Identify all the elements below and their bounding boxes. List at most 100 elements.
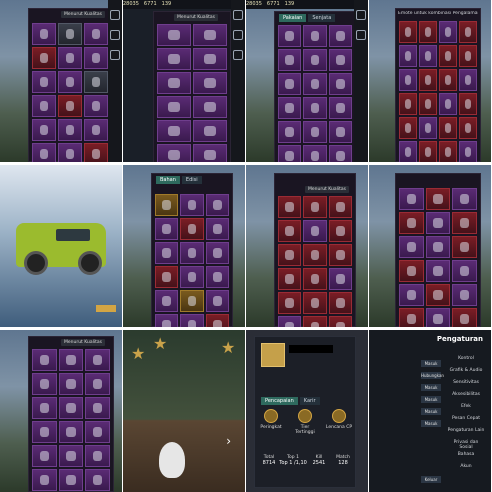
inventory-item[interactable] <box>205 242 229 264</box>
inventory-item[interactable] <box>328 244 352 266</box>
settings-nav-item[interactable]: Pengaturan Lain <box>447 428 485 433</box>
inventory-item[interactable] <box>278 220 302 242</box>
inventory-item[interactable] <box>303 316 327 327</box>
inventory-item[interactable] <box>303 145 327 162</box>
inventory-item[interactable] <box>85 397 110 419</box>
emote-item[interactable] <box>419 69 437 91</box>
inventory-item[interactable] <box>58 95 82 117</box>
inventory-item[interactable] <box>58 373 84 395</box>
inventory-item[interactable] <box>303 97 327 119</box>
inventory-item[interactable] <box>84 71 108 93</box>
emote-item[interactable] <box>419 93 437 115</box>
account-button[interactable]: Hubungkan <box>421 372 444 379</box>
inventory-item[interactable] <box>84 143 108 162</box>
emote-item[interactable] <box>439 21 457 43</box>
inventory-item[interactable] <box>32 47 56 69</box>
inventory-item[interactable] <box>157 120 191 142</box>
logout-button[interactable]: Keluar <box>421 476 441 483</box>
tab-weapon[interactable]: Senjata <box>308 14 336 22</box>
inventory-item[interactable] <box>452 308 477 327</box>
inventory-item[interactable] <box>58 47 82 69</box>
inventory-item[interactable] <box>328 220 352 242</box>
tab-bahan[interactable]: Bahan <box>156 176 180 184</box>
inventory-item[interactable] <box>32 119 56 141</box>
settings-nav-item[interactable]: Sensitivitas <box>447 380 485 385</box>
inventory-item[interactable] <box>278 97 302 119</box>
emote-item[interactable] <box>399 45 417 67</box>
inventory-item[interactable] <box>425 236 451 258</box>
inventory-item[interactable] <box>180 194 204 216</box>
emote-item[interactable] <box>419 117 437 139</box>
inventory-item[interactable] <box>278 49 302 71</box>
inventory-item[interactable] <box>155 266 179 288</box>
inventory-item[interactable] <box>303 25 327 47</box>
shirt-icon[interactable] <box>110 50 120 60</box>
inventory-item[interactable] <box>425 188 451 210</box>
settings-nav-item[interactable]: Bahasa <box>447 452 485 457</box>
inventory-item[interactable] <box>180 218 204 240</box>
chevron-right-icon[interactable]: › <box>226 434 231 448</box>
inventory-item[interactable] <box>180 242 204 264</box>
inventory-item[interactable] <box>328 97 352 119</box>
emote-item[interactable] <box>419 141 437 162</box>
inventory-item[interactable] <box>205 266 229 288</box>
inventory-item[interactable] <box>58 143 82 162</box>
car-icon[interactable] <box>233 50 243 60</box>
inventory-item[interactable] <box>58 421 84 443</box>
inventory-item[interactable] <box>452 188 477 210</box>
inventory-item[interactable] <box>32 421 57 443</box>
inventory-item[interactable] <box>399 236 424 258</box>
inventory-item[interactable] <box>303 196 327 218</box>
emote-item[interactable] <box>399 141 417 162</box>
emote-item[interactable] <box>419 45 437 67</box>
inventory-item[interactable] <box>193 120 227 142</box>
inventory-item[interactable] <box>32 143 56 162</box>
inventory-item[interactable] <box>452 236 477 258</box>
inventory-item[interactable] <box>328 73 352 95</box>
inventory-item[interactable] <box>157 48 191 70</box>
inventory-item[interactable] <box>157 144 191 162</box>
gear-icon[interactable] <box>233 10 243 20</box>
inventory-item[interactable] <box>180 266 204 288</box>
emote-item[interactable] <box>439 117 457 139</box>
inventory-item[interactable] <box>425 308 451 327</box>
inventory-item[interactable] <box>278 73 302 95</box>
inventory-item[interactable] <box>58 119 82 141</box>
emote-item[interactable] <box>399 117 417 139</box>
inventory-item[interactable] <box>155 314 179 327</box>
emote-item[interactable] <box>459 141 477 162</box>
inventory-item[interactable] <box>84 47 108 69</box>
gear-icon[interactable] <box>110 10 120 20</box>
inventory-item[interactable] <box>193 96 227 118</box>
inventory-item[interactable] <box>157 96 191 118</box>
inventory-item[interactable] <box>84 119 108 141</box>
inventory-item[interactable] <box>328 25 352 47</box>
inventory-item[interactable] <box>193 72 227 94</box>
tab-outfit[interactable]: Pakaian <box>279 14 307 22</box>
inventory-item[interactable] <box>303 73 327 95</box>
account-button[interactable]: Masuk <box>421 420 441 427</box>
inventory-item[interactable] <box>85 349 110 371</box>
inventory-item[interactable] <box>155 218 179 240</box>
emote-item[interactable] <box>459 93 477 115</box>
settings-nav-item[interactable]: Aksesibilitas <box>447 392 485 397</box>
inventory-item[interactable] <box>58 349 84 371</box>
settings-nav-item[interactable]: Kontrol <box>447 356 485 361</box>
inventory-item[interactable] <box>303 121 327 143</box>
inventory-item[interactable] <box>32 373 57 395</box>
emote-item[interactable] <box>439 141 457 162</box>
emote-item[interactable] <box>399 69 417 91</box>
inventory-item[interactable] <box>205 218 229 240</box>
inventory-item[interactable] <box>328 121 352 143</box>
sort-dropdown[interactable]: Menurut Kualitas <box>61 339 105 346</box>
inventory-item[interactable] <box>193 24 227 46</box>
inventory-item[interactable] <box>278 121 302 143</box>
inventory-item[interactable] <box>58 397 84 419</box>
equip-button[interactable] <box>96 305 116 312</box>
inventory-item[interactable] <box>85 421 110 443</box>
inventory-item[interactable] <box>399 308 424 327</box>
inventory-item[interactable] <box>32 469 57 491</box>
inventory-item[interactable] <box>155 194 179 216</box>
emote-item[interactable] <box>459 69 477 91</box>
settings-nav-item[interactable]: Privasi dan Sosial <box>447 440 485 450</box>
